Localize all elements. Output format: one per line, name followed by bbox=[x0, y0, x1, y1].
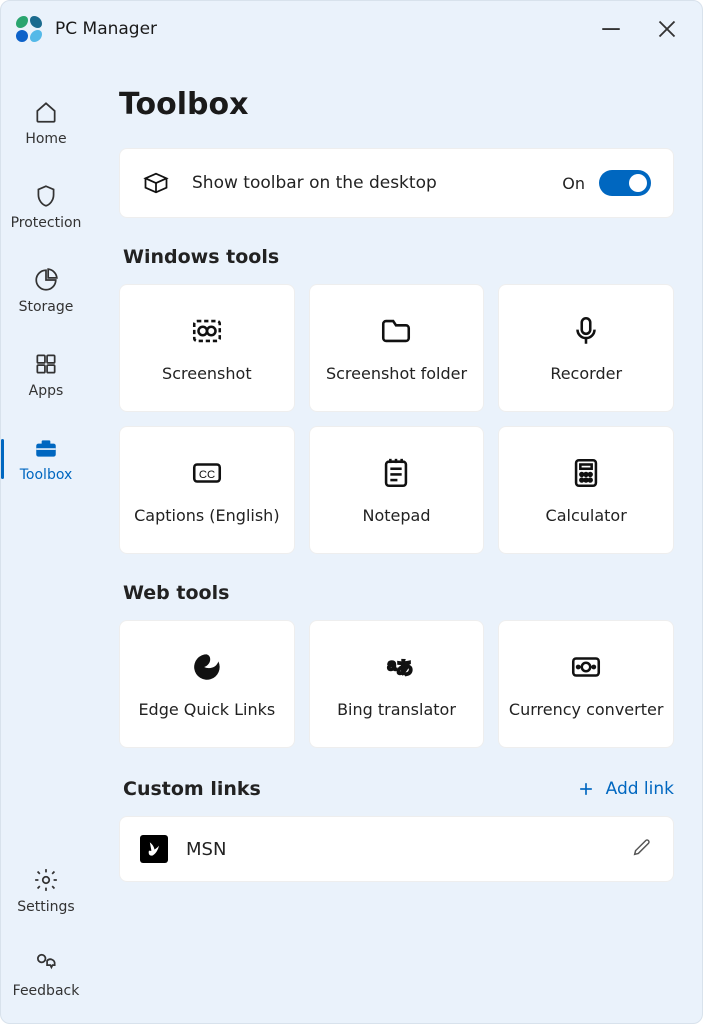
tool-label: Captions (English) bbox=[134, 506, 279, 525]
pie-chart-icon bbox=[33, 267, 59, 293]
msn-icon bbox=[140, 835, 168, 863]
captions-icon: CC bbox=[190, 456, 224, 490]
screenshot-icon bbox=[190, 314, 224, 348]
feedback-icon bbox=[33, 951, 59, 977]
tool-label: Notepad bbox=[362, 506, 430, 525]
show-toolbar-toggle[interactable] bbox=[599, 170, 651, 196]
svg-text:CC: CC bbox=[199, 468, 215, 480]
notepad-icon bbox=[379, 456, 413, 490]
app-logo-icon bbox=[15, 15, 43, 43]
minimize-button[interactable] bbox=[596, 14, 626, 44]
add-link-button[interactable]: Add link bbox=[576, 779, 674, 799]
microphone-icon bbox=[569, 314, 603, 348]
sidebar-item-storage[interactable]: Storage bbox=[1, 263, 91, 319]
edit-link-button[interactable] bbox=[631, 836, 653, 862]
calculator-icon bbox=[569, 456, 603, 490]
section-title-web-tools: Web tools bbox=[123, 582, 674, 604]
close-button[interactable] bbox=[652, 14, 682, 44]
sidebar-item-label: Apps bbox=[29, 383, 64, 399]
tool-edge-quick-links[interactable]: Edge Quick Links bbox=[119, 620, 295, 748]
toggle-state-label: On bbox=[562, 174, 585, 193]
custom-links-header: Custom links Add link bbox=[119, 778, 674, 800]
gear-icon bbox=[33, 867, 59, 893]
page-title: Toolbox bbox=[119, 87, 674, 122]
edge-icon bbox=[190, 650, 224, 684]
currency-icon bbox=[569, 650, 603, 684]
main-content: Toolbox Show toolbar on the desktop On W… bbox=[91, 57, 702, 1023]
sidebar-item-feedback[interactable]: Feedback bbox=[1, 947, 91, 1003]
add-link-label: Add link bbox=[606, 779, 674, 799]
shield-icon bbox=[33, 183, 59, 209]
tool-captions[interactable]: CC Captions (English) bbox=[119, 426, 295, 554]
tool-label: Screenshot folder bbox=[326, 364, 467, 383]
section-title-custom-links: Custom links bbox=[123, 778, 261, 800]
tool-label: Edge Quick Links bbox=[138, 700, 275, 719]
sidebar-item-label: Toolbox bbox=[20, 467, 73, 483]
sidebar-item-label: Home bbox=[25, 131, 66, 147]
home-icon bbox=[33, 99, 59, 125]
sidebar-item-home[interactable]: Home bbox=[1, 95, 91, 151]
tool-currency-converter[interactable]: Currency converter bbox=[498, 620, 674, 748]
custom-link-label: MSN bbox=[186, 839, 226, 860]
folder-icon bbox=[379, 314, 413, 348]
tool-bing-translator[interactable]: aあ Bing translator bbox=[309, 620, 485, 748]
sidebar-item-settings[interactable]: Settings bbox=[1, 863, 91, 919]
show-toolbar-label: Show toolbar on the desktop bbox=[192, 173, 437, 193]
sidebar-item-label: Settings bbox=[17, 899, 74, 915]
sidebar-item-toolbox[interactable]: Toolbox bbox=[1, 431, 91, 487]
app-window: PC Manager Home Protection bbox=[0, 0, 703, 1024]
toolbox-icon bbox=[33, 435, 59, 461]
svg-text:あ: あ bbox=[396, 659, 413, 678]
app-title: PC Manager bbox=[55, 19, 157, 39]
tool-screenshot[interactable]: Screenshot bbox=[119, 284, 295, 412]
sidebar: Home Protection Storage Apps bbox=[1, 57, 91, 1023]
tool-label: Calculator bbox=[546, 506, 627, 525]
web-tools-grid: Edge Quick Links aあ Bing translator Curr… bbox=[119, 620, 674, 748]
sidebar-item-label: Storage bbox=[19, 299, 74, 315]
tool-label: Currency converter bbox=[509, 700, 663, 719]
sidebar-item-label: Protection bbox=[11, 215, 82, 231]
tool-recorder[interactable]: Recorder bbox=[498, 284, 674, 412]
tool-screenshot-folder[interactable]: Screenshot folder bbox=[309, 284, 485, 412]
tool-notepad[interactable]: Notepad bbox=[309, 426, 485, 554]
tool-label: Recorder bbox=[550, 364, 622, 383]
tool-calculator[interactable]: Calculator bbox=[498, 426, 674, 554]
show-toolbar-card: Show toolbar on the desktop On bbox=[119, 148, 674, 218]
tool-label: Bing translator bbox=[337, 700, 456, 719]
sidebar-item-protection[interactable]: Protection bbox=[1, 179, 91, 235]
sidebar-item-label: Feedback bbox=[13, 983, 80, 999]
toolbar-box-icon bbox=[142, 169, 170, 197]
section-title-windows-tools: Windows tools bbox=[123, 246, 674, 268]
windows-tools-grid: Screenshot Screenshot folder Recorder bbox=[119, 284, 674, 554]
apps-grid-icon bbox=[33, 351, 59, 377]
custom-link-row[interactable]: MSN bbox=[119, 816, 674, 882]
tool-label: Screenshot bbox=[162, 364, 252, 383]
sidebar-item-apps[interactable]: Apps bbox=[1, 347, 91, 403]
translate-icon: aあ bbox=[379, 650, 413, 684]
window-controls bbox=[596, 14, 692, 44]
app-body: Home Protection Storage Apps bbox=[1, 57, 702, 1023]
titlebar: PC Manager bbox=[1, 1, 702, 57]
